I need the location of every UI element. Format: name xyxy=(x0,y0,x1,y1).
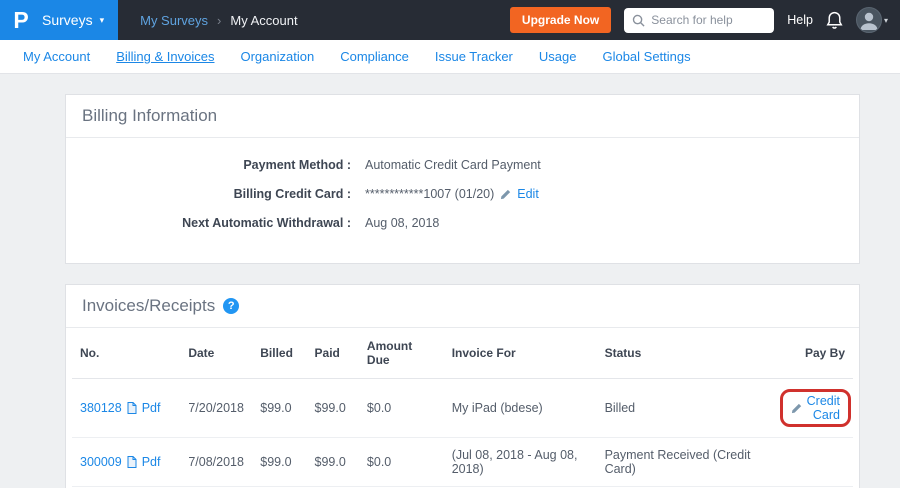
main-content: Billing Information Payment Method : Aut… xyxy=(0,74,900,488)
pdf-file-icon xyxy=(127,456,137,468)
billing-credit-card-label: Billing Credit Card : xyxy=(66,187,351,201)
invoice-paid: $99.0 xyxy=(307,379,359,438)
pay-by-highlight: Credit Card xyxy=(780,389,851,427)
invoice-number-link[interactable]: 380128 xyxy=(80,401,122,415)
col-header-invoice-for: Invoice For xyxy=(444,328,597,379)
breadcrumb-my-surveys[interactable]: My Surveys xyxy=(140,13,208,28)
search-input[interactable] xyxy=(651,13,766,27)
billing-information-card: Billing Information Payment Method : Aut… xyxy=(65,94,860,264)
invoice-status: Payment Received (Credit Card) xyxy=(597,438,772,487)
product-name: Surveys xyxy=(42,12,93,28)
col-header-paid: Paid xyxy=(307,328,359,379)
breadcrumb-my-account: My Account xyxy=(230,13,297,28)
next-withdrawal-value: Aug 08, 2018 xyxy=(365,216,439,230)
payment-method-value: Automatic Credit Card Payment xyxy=(365,158,541,172)
invoice-for: My iPad (bdese) xyxy=(444,379,597,438)
search-icon xyxy=(632,14,645,27)
pay-by-credit-card-link[interactable]: Credit Card xyxy=(807,394,840,422)
tab-my-account[interactable]: My Account xyxy=(10,49,103,64)
chevron-down-icon: ▾ xyxy=(100,15,105,26)
invoice-paid: $99.0 xyxy=(307,438,359,487)
invoice-status: Billed xyxy=(597,379,772,438)
pay-pencil-icon xyxy=(791,403,802,414)
tab-organization[interactable]: Organization xyxy=(227,49,327,64)
col-header-date: Date xyxy=(180,328,252,379)
billing-credit-card-row: Billing Credit Card : ************1007 (… xyxy=(66,187,859,201)
tab-compliance[interactable]: Compliance xyxy=(327,49,422,64)
invoice-table-body: 380128 Pdf 7/20/2018 $99.0 $99.0 $0.0 My… xyxy=(72,379,853,488)
user-avatar[interactable] xyxy=(856,7,882,33)
pdf-link[interactable]: Pdf xyxy=(142,401,161,415)
pdf-link[interactable]: Pdf xyxy=(142,455,161,469)
invoices-receipts-card: Invoices/Receipts ? No. Date Billed Paid… xyxy=(65,284,860,488)
invoice-number-link[interactable]: 300009 xyxy=(80,455,122,469)
upgrade-now-button[interactable]: Upgrade Now xyxy=(510,7,611,33)
col-header-billed: Billed xyxy=(252,328,306,379)
invoice-row: 380128 Pdf 7/20/2018 $99.0 $99.0 $0.0 My… xyxy=(72,379,853,438)
avatar-chevron-down-icon: ▾ xyxy=(884,16,888,25)
invoice-date: 7/08/2018 xyxy=(180,438,252,487)
invoices-header-row: No. Date Billed Paid Amount Due Invoice … xyxy=(72,328,853,379)
payment-method-label: Payment Method : xyxy=(66,158,351,172)
invoices-card-title: Invoices/Receipts xyxy=(82,296,215,316)
product-switcher[interactable]: P Surveys ▾ xyxy=(0,0,118,40)
invoice-amount-due: $0.0 xyxy=(359,438,444,487)
invoice-for: (Jul 08, 2018 - Aug 08, 2018) xyxy=(444,438,597,487)
invoices-table: No. Date Billed Paid Amount Due Invoice … xyxy=(72,328,853,488)
billing-card-title: Billing Information xyxy=(82,106,217,126)
breadcrumb: My Surveys › My Account xyxy=(140,13,297,28)
invoice-billed: $99.0 xyxy=(252,438,306,487)
payment-method-row: Payment Method : Automatic Credit Card P… xyxy=(66,158,859,172)
brand-logo: P xyxy=(0,7,42,34)
col-header-pay-by: Pay By xyxy=(772,328,853,379)
tab-issue-tracker[interactable]: Issue Tracker xyxy=(422,49,526,64)
top-bar: P Surveys ▾ My Surveys › My Account Upgr… xyxy=(0,0,900,40)
edit-pencil-icon xyxy=(500,189,511,200)
topbar-actions: Upgrade Now Help ▾ xyxy=(510,7,900,33)
next-withdrawal-row: Next Automatic Withdrawal : Aug 08, 2018 xyxy=(66,216,859,230)
next-withdrawal-label: Next Automatic Withdrawal : xyxy=(66,216,351,230)
col-header-no: No. xyxy=(72,328,180,379)
billing-credit-card-value: ************1007 (01/20) xyxy=(365,187,494,201)
invoice-date: 7/20/2018 xyxy=(180,379,252,438)
invoice-row: 300009 Pdf 7/08/2018 $99.0 $99.0 $0.0 (J… xyxy=(72,438,853,487)
help-search-box[interactable] xyxy=(624,8,774,33)
tab-global-settings[interactable]: Global Settings xyxy=(589,49,703,64)
invoice-amount-due: $0.0 xyxy=(359,379,444,438)
tab-usage[interactable]: Usage xyxy=(526,49,590,64)
account-nav: My Account Billing & Invoices Organizati… xyxy=(0,40,900,74)
pdf-file-icon xyxy=(127,402,137,414)
col-header-status: Status xyxy=(597,328,772,379)
notifications-bell-icon[interactable] xyxy=(826,11,843,30)
invoices-help-icon[interactable]: ? xyxy=(223,298,239,314)
tab-billing-invoices[interactable]: Billing & Invoices xyxy=(103,49,227,64)
col-header-amount-due: Amount Due xyxy=(359,328,444,379)
breadcrumb-separator-icon: › xyxy=(217,13,221,28)
edit-credit-card-link[interactable]: Edit xyxy=(517,187,539,201)
invoice-billed: $99.0 xyxy=(252,379,306,438)
help-link[interactable]: Help xyxy=(787,13,813,27)
